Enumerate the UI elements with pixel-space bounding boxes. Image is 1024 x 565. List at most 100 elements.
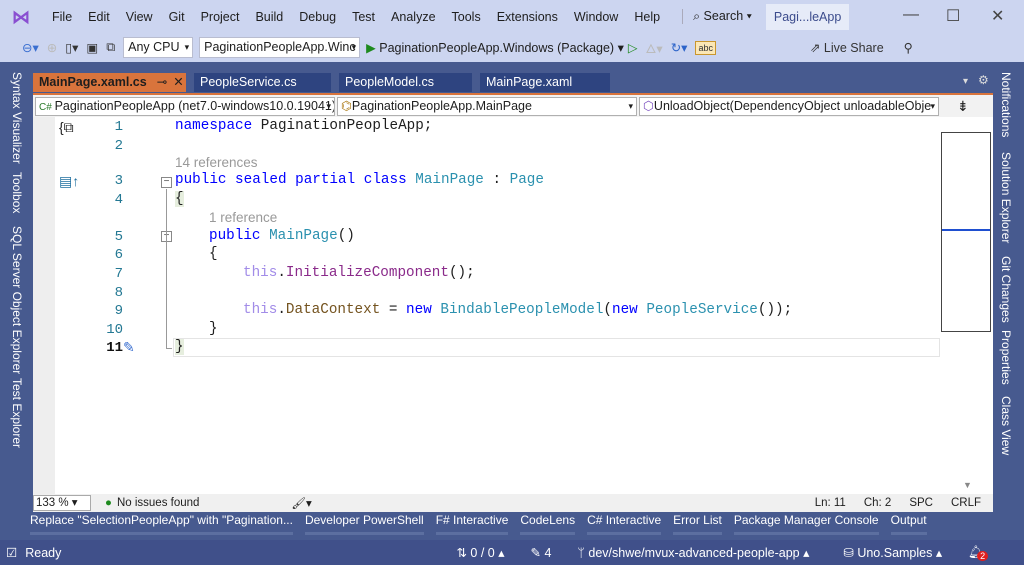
screwdriver-icon[interactable]: ✎ <box>123 339 135 356</box>
scroll-down-icon[interactable]: ▼ <box>963 480 972 490</box>
search-label: Search <box>703 9 744 23</box>
scrollbar-map[interactable] <box>941 132 991 332</box>
solution-explorer-tab[interactable]: Solution Explorer <box>999 152 1013 243</box>
share-icon: ⇗ <box>809 41 824 55</box>
tool-tab-package-manager-console[interactable]: Package Manager Console <box>733 513 879 535</box>
tab-peoplemodel-cs[interactable]: PeopleModel.cs <box>339 73 472 92</box>
menu-extensions[interactable]: Extensions <box>489 10 566 24</box>
pending-commits[interactable]: ⇅ 0 / 0 ▴ <box>456 545 504 560</box>
tab-peopleservice-cs[interactable]: PeopleService.cs <box>194 73 331 92</box>
pending-changes[interactable]: ✎ 4 <box>530 545 551 560</box>
tool-tab-csharp-interactive[interactable]: C# Interactive <box>587 513 662 535</box>
run-button[interactable]: ▶ PaginationPeopleApp.Windows (Package) … <box>366 40 624 55</box>
menu-git[interactable]: Git <box>161 10 193 24</box>
forward-icon[interactable]: ⊕ <box>47 40 57 55</box>
start-without-debugging-icon[interactable]: ▷ <box>628 40 638 55</box>
platform-select[interactable]: Any CPU ▾ <box>123 37 194 58</box>
sql-server-object-explorer-tab[interactable]: SQL Server Object Explorer <box>10 226 24 374</box>
tab-overflow-icon[interactable]: ▾ <box>963 76 968 87</box>
column-indicator[interactable]: Ch: 2 <box>864 497 892 509</box>
tool-tab-error-list[interactable]: Error List <box>673 513 722 535</box>
gear-icon[interactable]: ⚙ <box>978 73 989 87</box>
line-number: 6 <box>114 247 123 263</box>
new-item-icon[interactable]: ▯▾ <box>65 40 78 55</box>
search-button[interactable]: ⌕ Search ▾ <box>682 9 752 24</box>
namespace-icon: {⧉ <box>59 119 74 135</box>
line-ending-indicator[interactable]: CRLF <box>951 497 981 509</box>
project-dropdown[interactable]: C# PaginationPeopleApp (net7.0-windows10… <box>35 96 335 116</box>
platform-value: Any CPU <box>128 40 180 54</box>
properties-tab[interactable]: Properties <box>999 330 1013 385</box>
issues-status[interactable]: No issues found <box>117 497 199 509</box>
hot-reload-icon[interactable]: 🜂▾ <box>645 35 662 61</box>
class-view-tab[interactable]: Class View <box>999 396 1013 455</box>
close-button[interactable]: ✕ <box>991 6 1004 26</box>
menu-build[interactable]: Build <box>247 10 291 24</box>
code-line-5: public MainPage() <box>209 228 355 244</box>
implements-icon[interactable]: ▤↑ <box>59 173 79 190</box>
repository-value: Uno.Samples <box>857 546 933 560</box>
line-indicator[interactable]: Ln: 11 <box>815 497 846 509</box>
code-editor[interactable]: C# PaginationPeopleApp (net7.0-windows10… <box>33 93 993 512</box>
menu-project[interactable]: Project <box>193 10 248 24</box>
notifications-tab[interactable]: Notifications <box>999 72 1013 137</box>
code-cleanup-icon[interactable]: 🖌▾ <box>291 496 311 510</box>
toolbox-tab[interactable]: Toolbox <box>10 172 24 213</box>
menu-view[interactable]: View <box>118 10 161 24</box>
back-icon[interactable]: ⊖▾ <box>22 40 39 55</box>
menu-file[interactable]: File <box>44 10 80 24</box>
git-changes-tab[interactable]: Git Changes <box>999 256 1013 323</box>
collapse-icon[interactable]: − <box>161 177 172 188</box>
menu-test[interactable]: Test <box>344 10 383 24</box>
startup-project-select[interactable]: PaginationPeopleApp.Winc ▾ <box>199 37 361 58</box>
refresh-icon[interactable]: ↻▾ <box>671 40 688 55</box>
member-dropdown[interactable]: ⬡UnloadObject(DependencyObject unloadabl… <box>639 96 939 116</box>
maximize-button[interactable]: ☐ <box>946 6 960 26</box>
minimize-button[interactable]: — <box>903 6 919 24</box>
spell-check-icon[interactable]: abc <box>695 40 716 55</box>
branch-icon: ᛘ <box>577 546 589 560</box>
feedback-icon[interactable]: ⚲ <box>904 40 913 55</box>
menu-edit[interactable]: Edit <box>80 10 118 24</box>
tab-mainpage-xaml[interactable]: MainPage.xaml <box>480 73 610 92</box>
type-dropdown[interactable]: ⌬PaginationPeopleApp.MainPage ▾ <box>337 96 637 116</box>
startup-project-value: PaginationPeopleApp.Winc <box>204 40 356 54</box>
codelens-references[interactable]: 1 reference <box>209 210 277 225</box>
live-share-button[interactable]: ⇗ Live Share <box>810 40 884 55</box>
line-number: 8 <box>114 285 123 301</box>
test-explorer-tab[interactable]: Test Explorer <box>10 378 24 448</box>
branch-value: dev/shwe/mvux-advanced-people-app <box>588 546 800 560</box>
tool-tab-developer-powershell[interactable]: Developer PowerShell <box>304 513 424 535</box>
menu-help[interactable]: Help <box>626 10 668 24</box>
up-down-icon: ⇅ <box>456 546 471 560</box>
repository-selector[interactable]: ⛁ Uno.Samples ▴ <box>843 545 942 560</box>
tool-tab-fsharp-interactive[interactable]: F# Interactive <box>435 513 509 535</box>
close-tab-icon[interactable]: ✕ <box>173 75 183 89</box>
live-share-label: Live Share <box>823 41 884 55</box>
document-tabs: MainPage.xaml.cs ⊸ ✕ PeopleService.cs Peop… <box>33 73 618 93</box>
repository-icon: ⛁ <box>843 546 858 560</box>
tab-label: PeopleModel.cs <box>345 75 434 89</box>
tool-tab-codelens[interactable]: CodeLens <box>520 513 576 535</box>
whitespace-indicator[interactable]: SPC <box>909 497 933 509</box>
code-line-10: } <box>209 321 218 337</box>
pin-icon[interactable]: ⊸ <box>157 75 167 89</box>
tool-tab-find-replace[interactable]: Replace "SelectionPeopleApp" with "Pagin… <box>30 513 293 535</box>
menu-tools[interactable]: Tools <box>444 10 489 24</box>
split-editor-icon[interactable]: ⇟ <box>957 98 969 115</box>
tab-mainpage-xaml-cs[interactable]: MainPage.xaml.cs ⊸ ✕ <box>33 73 186 92</box>
menu-window[interactable]: Window <box>566 10 626 24</box>
pencil-icon: ✎ <box>530 546 545 560</box>
menu-analyze[interactable]: Analyze <box>383 10 443 24</box>
codelens-references[interactable]: 14 references <box>175 155 258 170</box>
play-icon: ▶ <box>366 41 380 55</box>
notifications-button[interactable]: 🔔︎ 2 <box>968 545 989 561</box>
tool-tab-output[interactable]: Output <box>890 513 927 535</box>
menu-debug[interactable]: Debug <box>291 10 344 24</box>
save-all-icon[interactable]: ⧉ <box>106 40 115 55</box>
branch-selector[interactable]: ᛘ dev/shwe/mvux-advanced-people-app ▴ <box>577 545 809 560</box>
save-icon[interactable]: ▣ <box>86 40 98 55</box>
syntax-visualizer-tab[interactable]: Syntax Visualizer <box>10 72 24 164</box>
zoom-select[interactable]: 133 % ▾ <box>33 495 91 511</box>
zoom-value: 133 % <box>36 497 69 509</box>
